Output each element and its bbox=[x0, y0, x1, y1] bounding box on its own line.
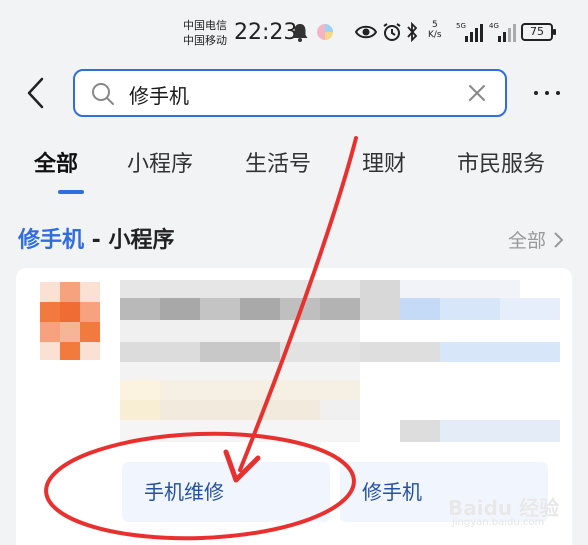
section-title-suffix: - 小程序 bbox=[84, 228, 175, 253]
blurred-program-info bbox=[120, 280, 560, 450]
service-button-phone-repair[interactable]: 手机维修 bbox=[122, 462, 330, 522]
view-all-label: 全部 bbox=[508, 230, 547, 252]
status-time: 22:23 bbox=[234, 20, 298, 45]
signal-icon-sim2 bbox=[498, 24, 516, 42]
search-icon bbox=[92, 83, 114, 105]
battery-indicator: 75 bbox=[521, 23, 556, 41]
color-app-icon bbox=[317, 24, 333, 40]
section-title-keyword: 修手机 bbox=[18, 228, 85, 253]
back-button[interactable] bbox=[22, 76, 52, 110]
status-bar: 中国电信 中国移动 22:23 5 K/s 5G 4G 75 bbox=[0, 0, 588, 62]
carrier-1: 中国电信 bbox=[183, 19, 227, 32]
clear-icon[interactable] bbox=[467, 83, 487, 103]
more-menu-button[interactable] bbox=[534, 80, 560, 106]
network-speed: 5 K/s bbox=[428, 20, 442, 40]
watermark-url: jingyan.baidu.com bbox=[452, 517, 545, 528]
tab-life-accounts[interactable]: 生活号 bbox=[245, 146, 311, 178]
alarm-icon bbox=[383, 23, 401, 41]
bluetooth-icon bbox=[407, 22, 418, 42]
tab-all[interactable]: 全部 bbox=[34, 146, 78, 178]
app-logo-icon bbox=[40, 282, 100, 360]
dot-icon bbox=[534, 91, 538, 95]
signal-icon-sim1 bbox=[465, 24, 483, 42]
bell-icon bbox=[292, 24, 308, 42]
section-title: 修手机 - 小程序 bbox=[18, 222, 174, 254]
carrier-2: 中国移动 bbox=[183, 34, 227, 47]
active-tab-indicator bbox=[58, 190, 84, 194]
search-input[interactable]: 修手机 bbox=[129, 80, 189, 109]
result-category-tabs: 全部 小程序 生活号 理财 市民服务 bbox=[0, 140, 588, 196]
view-all-link[interactable]: 全部 bbox=[508, 226, 564, 253]
search-bar[interactable]: 修手机 bbox=[73, 69, 507, 117]
carrier-labels: 中国电信 中国移动 bbox=[183, 18, 227, 48]
dot-icon bbox=[556, 91, 560, 95]
dot-icon bbox=[545, 91, 549, 95]
tab-finance[interactable]: 理财 bbox=[362, 146, 406, 178]
tab-citizen-services[interactable]: 市民服务 bbox=[457, 146, 545, 178]
tab-mini-programs[interactable]: 小程序 bbox=[127, 146, 193, 178]
eye-icon bbox=[355, 25, 377, 39]
chevron-right-icon bbox=[554, 232, 564, 248]
chevron-left-icon bbox=[27, 77, 44, 109]
